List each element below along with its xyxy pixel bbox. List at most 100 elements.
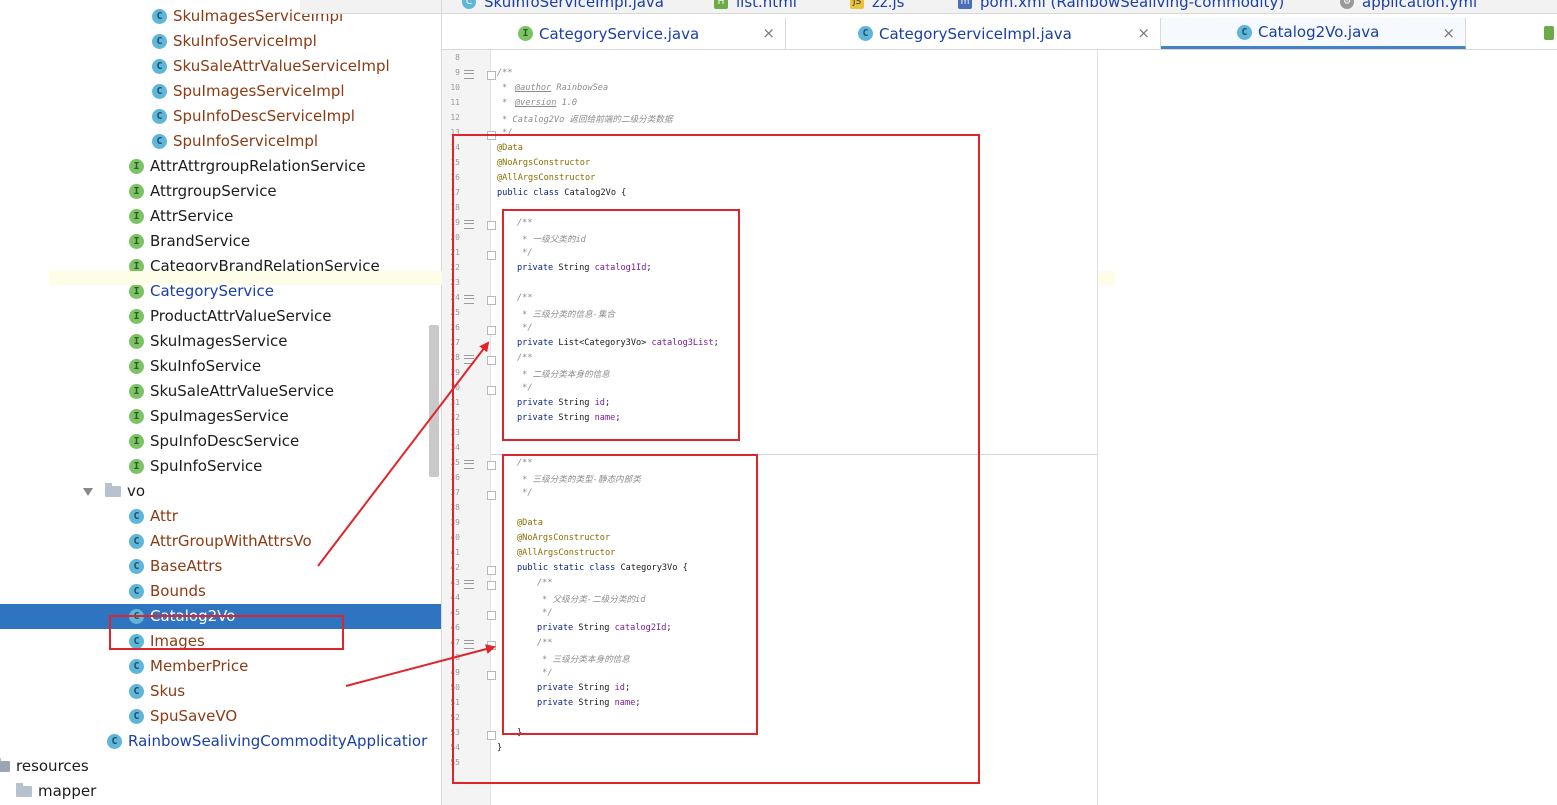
tree-item-application[interactable]: C RainbowSealivingCommodityApplicatior	[0, 729, 441, 754]
tab-pom-xml[interactable]: m pom.xml (RainbowSealiving-commodity)	[958, 0, 1284, 13]
interface-icon: I	[129, 359, 144, 374]
interface-icon: I	[129, 159, 144, 174]
chevron-down-icon[interactable]	[83, 487, 93, 496]
tree-node-label: AttrAttrgroupRelationService	[150, 157, 366, 175]
class-icon: C	[1237, 24, 1252, 40]
fold-toggle-icon[interactable]	[487, 71, 496, 80]
tree-node-label: AttrGroupWithAttrsVo	[150, 532, 312, 550]
tree-node: C SpuInfoServiceImpl	[152, 129, 318, 154]
tree-item-service[interactable]: I SkuSaleAttrValueService	[0, 379, 441, 404]
tree-item-service[interactable]: I AttrAttrgroupRelationService	[0, 154, 441, 179]
class-icon: C	[129, 659, 144, 674]
tree-node: C Attr	[129, 504, 178, 529]
tree-node-label: BrandService	[150, 232, 251, 250]
tree-node: C SpuImagesServiceImpl	[152, 79, 345, 104]
code-token: @author	[515, 83, 552, 93]
code-token: * Catalog2Vo 返回给前端的二级分类数据	[497, 115, 673, 125]
tree-item-service[interactable]: I SkuImagesService	[0, 329, 441, 354]
tree-item-service[interactable]: I SpuInfoService	[0, 454, 441, 479]
tree-node-label: SkuSaleAttrValueService	[150, 382, 334, 400]
tree-node-label: ProductAttrValueService	[150, 307, 332, 325]
tab-label: application.yml	[1362, 0, 1478, 11]
tree-item-service[interactable]: I AttrService	[0, 204, 441, 229]
tree-item-service[interactable]: I SkuInfoService	[0, 354, 441, 379]
tab-overflow-icon[interactable]	[1544, 26, 1554, 40]
close-icon[interactable]: ×	[1442, 24, 1455, 42]
tree-item-service[interactable]: I ProductAttrValueService	[0, 304, 441, 329]
tree-item-impl[interactable]: C SpuImagesServiceImpl	[0, 79, 441, 104]
interface-icon: I	[129, 284, 144, 299]
tree-item-vo[interactable]: C Bounds	[0, 579, 441, 604]
line-number: 12	[450, 113, 460, 122]
line-number: 8	[455, 53, 460, 62]
tree-folder-mapper[interactable]: mapper	[0, 779, 441, 804]
tree-node-label: RainbowSealivingCommodityApplicatior	[128, 732, 428, 750]
tab-application-yml[interactable]: ⚙ application.yml	[1340, 0, 1477, 13]
project-tree-panel: C SkuImagesServiceImpl C SkuInfoServiceImpl…	[0, 0, 442, 805]
yml-icon: ⚙	[1340, 0, 1354, 9]
tree-node: I SpuImagesService	[129, 404, 289, 429]
tree-item-service[interactable]: I AttrgroupService	[0, 179, 441, 204]
maven-icon: m	[958, 0, 972, 9]
tree-item-service[interactable]: I BrandService	[0, 229, 441, 254]
interface-icon: I	[518, 26, 533, 41]
tree-item-impl[interactable]: C SkuInfoServiceImpl	[0, 29, 441, 54]
class-icon: C	[152, 84, 167, 99]
interface-icon: I	[129, 409, 144, 424]
tree-node-label: BaseAttrs	[150, 557, 223, 575]
code-line: @version 1.0	[515, 98, 577, 108]
tree-node: C SpuSaveVO	[129, 704, 237, 729]
tree-item-vo[interactable]: C BaseAttrs	[0, 554, 441, 579]
tree-item-impl[interactable]: C SkuSaleAttrValueServiceImpl	[0, 54, 441, 79]
tab-label: CategoryService.java	[539, 24, 700, 43]
tree-folder-vo[interactable]: vo	[0, 479, 441, 504]
tree-item-vo[interactable]: C SpuSaveVO	[0, 704, 441, 729]
code-token: @version	[515, 98, 557, 108]
class-icon: C	[129, 534, 144, 549]
tree-item-vo[interactable]: C Attr	[0, 504, 441, 529]
folder-icon	[16, 783, 32, 797]
js-icon: JS	[850, 0, 864, 9]
tree-folder-resources[interactable]: resources	[0, 754, 441, 779]
tree-item-service[interactable]: I SpuInfoDescService	[0, 429, 441, 454]
editor-divider	[1097, 50, 1098, 805]
tree-item-vo[interactable]: C MemberPrice	[0, 654, 441, 679]
tab-skuinfoserviceimpl[interactable]: C SkuInfoServiceImpl.java	[462, 0, 664, 13]
tree-node: I SkuSaleAttrValueService	[129, 379, 334, 404]
tree-item-impl[interactable]: C SpuInfoDescServiceImpl	[0, 104, 441, 129]
tree-node-label: SpuImagesService	[150, 407, 289, 425]
class-icon: C	[858, 26, 873, 41]
tab-categoryserviceimpl[interactable]: C CategoryServiceImpl.java ×	[786, 18, 1161, 49]
tab-categoryservice[interactable]: I CategoryService.java ×	[442, 18, 786, 49]
tree-node: C BaseAttrs	[129, 554, 222, 579]
close-icon[interactable]: ×	[1137, 24, 1150, 42]
tree-node-label: MemberPrice	[150, 657, 249, 675]
tree-node-label: Bounds	[150, 582, 206, 600]
tree-node: C RainbowSealivingCommodityApplicatior	[107, 729, 427, 754]
code-token: 1.0	[556, 98, 578, 108]
interface-icon: I	[129, 209, 144, 224]
tree-node: I AttrService	[129, 204, 233, 229]
tree-item-vo[interactable]: C AttrGroupWithAttrsVo	[0, 529, 441, 554]
tree-node-label: vo	[127, 482, 146, 500]
tab-label: Catalog2Vo.java	[1258, 23, 1380, 41]
class-icon: C	[462, 0, 476, 9]
tab-catalog2vo[interactable]: C Catalog2Vo.java ×	[1161, 18, 1466, 49]
tree-node: resources	[0, 754, 89, 779]
tab-zz-js[interactable]: JS zz.js	[850, 0, 905, 13]
doc-comment-marker-icon[interactable]	[464, 70, 474, 79]
tree-scrollbar[interactable]	[429, 325, 439, 477]
line-number: 9	[455, 68, 460, 77]
code-line: *	[497, 83, 513, 93]
tree-item-impl[interactable]: C SpuInfoServiceImpl	[0, 129, 441, 154]
class-icon: C	[152, 109, 167, 124]
tree-item-service[interactable]: I SpuImagesService	[0, 404, 441, 429]
annotation-box-category3vo	[502, 454, 758, 735]
code-line: @author RainbowSea	[515, 83, 608, 93]
tree-node-label: Skus	[150, 682, 186, 700]
close-icon[interactable]: ×	[762, 24, 775, 42]
html-icon: H	[714, 0, 728, 9]
tree-item-vo[interactable]: C Skus	[0, 679, 441, 704]
class-icon: C	[152, 134, 167, 149]
tab-list-html[interactable]: H list.html	[714, 0, 797, 13]
